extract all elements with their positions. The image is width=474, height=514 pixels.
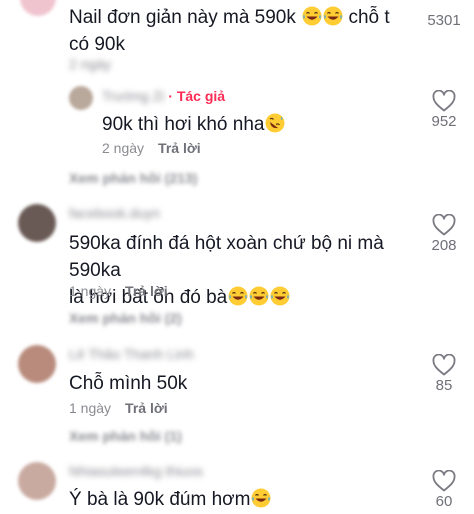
like-count: 85 xyxy=(435,377,453,394)
author-badge: · Tác giả xyxy=(168,88,226,104)
laughing-emoji-icon xyxy=(249,286,269,306)
comment-text: Nail đơn giản này mà 590k chỗ t có 90k xyxy=(69,6,390,55)
username[interactable]: Trường Zi xyxy=(102,88,164,104)
view-replies-link[interactable]: Xem phản hồi (2) xyxy=(69,310,182,326)
comment-timestamp: 2 ngày xyxy=(102,140,145,156)
comment-text: Chỗ mình 50k xyxy=(69,373,188,394)
laughing-emoji-icon xyxy=(302,6,322,26)
like-button[interactable]: 85 xyxy=(421,354,467,394)
comment-timestamp: 1 ngày xyxy=(69,400,112,416)
comment-text: Ý bà là 90k đúm hơm xyxy=(69,486,271,513)
heart-icon xyxy=(432,470,456,492)
view-replies-link[interactable]: Xem phản hồi (213) xyxy=(69,170,197,186)
comment-meta: 1 ngày Trả lời xyxy=(69,283,168,299)
laughing-emoji-icon xyxy=(228,286,248,306)
comment-meta: 2 ngày Trả lời xyxy=(102,140,201,156)
username[interactable]: facebook.duyn xyxy=(69,205,160,221)
reply-button[interactable]: Trả lời xyxy=(125,400,168,416)
username[interactable]: Lê Thảo Thanh Linh xyxy=(69,346,194,362)
laughing-emoji-icon xyxy=(270,286,290,306)
reply-button[interactable]: Trả lời xyxy=(125,283,168,299)
avatar[interactable] xyxy=(69,86,93,110)
like-button[interactable]: 60 xyxy=(421,470,467,510)
comment-timestamp: 1 ngày xyxy=(69,283,112,299)
like-button[interactable]: 5301 xyxy=(421,0,467,29)
comment-author-row: Trường Zi · Tác giả xyxy=(102,88,225,104)
laughing-emoji-icon xyxy=(323,6,343,26)
comment-meta: 1 ngày Trả lời xyxy=(69,400,168,416)
like-button[interactable]: 952 xyxy=(421,90,467,130)
avatar[interactable] xyxy=(18,204,56,242)
reply-button[interactable]: Trả lời xyxy=(158,140,201,156)
avatar[interactable] xyxy=(20,0,56,16)
username[interactable]: Nhiasuleen4kg thiuos xyxy=(69,463,203,479)
like-count: 5301 xyxy=(427,12,461,29)
heart-icon xyxy=(432,214,456,236)
like-count: 208 xyxy=(431,237,457,254)
heart-icon xyxy=(432,90,456,112)
avatar[interactable] xyxy=(18,345,56,383)
like-count: 60 xyxy=(435,493,453,510)
view-replies-link[interactable]: Xem phản hồi (1) xyxy=(69,428,182,444)
like-count: 952 xyxy=(431,113,457,130)
like-button[interactable]: 208 xyxy=(421,214,467,254)
heart-icon xyxy=(432,354,456,376)
comment-timestamp: 2 ngày xyxy=(69,56,112,72)
rolling-laughing-emoji-icon xyxy=(265,113,285,133)
comment-text: 90k thì hơi khó nha xyxy=(102,111,285,138)
laughing-emoji-icon xyxy=(251,488,271,508)
avatar[interactable] xyxy=(18,462,56,500)
